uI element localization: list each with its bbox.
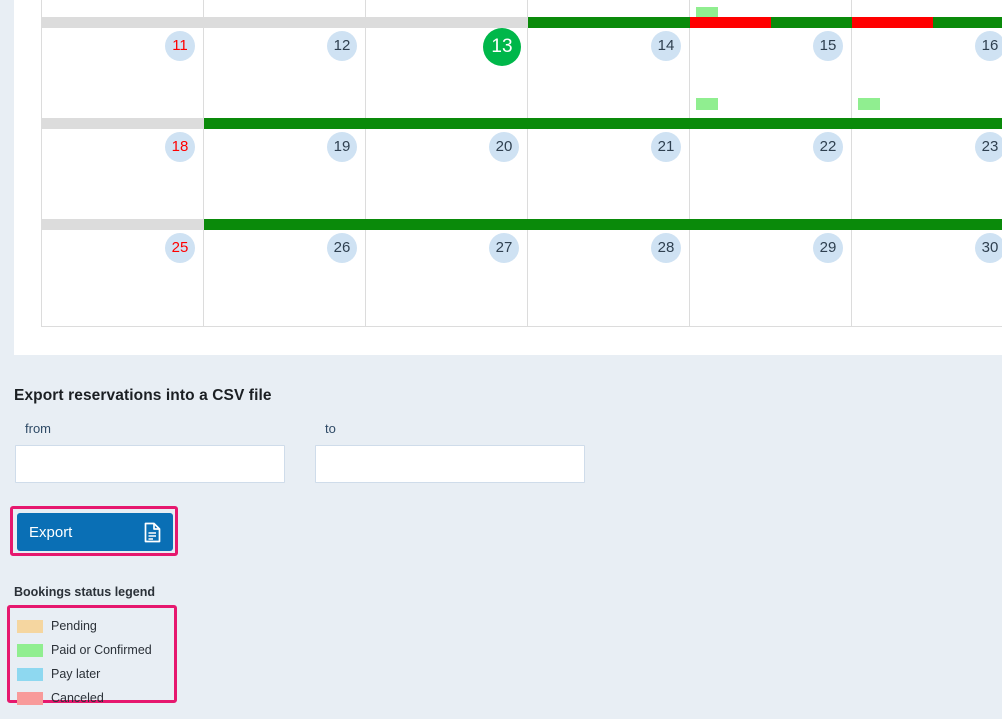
legend-swatch-canceled <box>17 691 43 705</box>
occupancy-segment-green <box>770 17 852 28</box>
calendar-day-cell[interactable]: 13 <box>366 24 528 124</box>
calendar-week-row <box>42 0 1002 28</box>
legend-item-label: Pay later <box>51 667 101 681</box>
occupancy-segment-red <box>851 17 933 28</box>
calendar-day-cell[interactable]: 27 <box>366 226 528 326</box>
occupancy-segment-gray <box>42 118 204 129</box>
calendar-day-cell[interactable]: 19 <box>204 125 366 225</box>
occupancy-segment-gray <box>42 219 204 230</box>
legend-item: Paid or Confirmed <box>17 638 174 662</box>
booking-chip[interactable] <box>696 98 718 110</box>
occupancy-strip <box>42 118 1002 129</box>
occupancy-strip <box>42 17 1002 28</box>
occupancy-segment-green <box>203 219 1002 230</box>
bookings-status-legend: Pending Paid or Confirmed Pay later Cancele… <box>7 605 177 705</box>
calendar-day-number: 16 <box>975 31 1002 61</box>
occupancy-segment-green <box>528 17 690 28</box>
calendar-week-row: 11 12 13 14 15 16 <box>42 24 1002 129</box>
calendar-card: 11 12 13 14 15 16 18 19 20 21 22 23 25 26 27 28 29 30 <box>14 0 1002 355</box>
occupancy-segment-green <box>932 17 1002 28</box>
export-section-title: Export reservations into a CSV file <box>14 387 272 404</box>
calendar-day-cell[interactable]: 20 <box>366 125 528 225</box>
calendar-day-number: 14 <box>651 31 681 61</box>
calendar-day-cell[interactable]: 12 <box>204 24 366 124</box>
calendar-day-number: 26 <box>327 233 357 263</box>
legend-title: Bookings status legend <box>14 585 155 599</box>
calendar-grid: 11 12 13 14 15 16 18 19 20 21 22 23 25 26 27 28 29 30 <box>41 0 1002 327</box>
occupancy-strip <box>42 219 1002 230</box>
calendar-day-number: 27 <box>489 233 519 263</box>
export-panel: Export reservations into a CSV file from… <box>0 355 1002 719</box>
calendar-week-row: 25 26 27 28 29 30 <box>42 226 1002 327</box>
calendar-day-number: 18 <box>165 132 195 162</box>
calendar-day-number: 29 <box>813 233 843 263</box>
calendar-day-number: 15 <box>813 31 843 61</box>
calendar-day-number: 30 <box>975 233 1002 263</box>
legend-item-label: Paid or Confirmed <box>51 643 152 657</box>
calendar-day-number: 20 <box>489 132 519 162</box>
legend-item-label: Pending <box>51 619 97 633</box>
export-from-input[interactable] <box>15 445 285 483</box>
calendar-day-cell[interactable]: 14 <box>528 24 690 124</box>
calendar-day-number: 28 <box>651 233 681 263</box>
calendar-day-cell[interactable]: 30 <box>852 226 1002 326</box>
calendar-day-cell[interactable]: 22 <box>690 125 852 225</box>
calendar-day-cell[interactable]: 21 <box>528 125 690 225</box>
calendar-day-number: 22 <box>813 132 843 162</box>
to-field-label: to <box>325 421 336 436</box>
calendar-day-number: 11 <box>165 31 195 61</box>
export-button-label: Export <box>29 523 73 541</box>
legend-item: Pay later <box>17 662 174 686</box>
calendar-day-cell[interactable]: 25 <box>42 226 204 326</box>
calendar-day-number: 21 <box>651 132 681 162</box>
calendar-day-cell[interactable]: 26 <box>204 226 366 326</box>
export-button-highlight: Export <box>10 506 178 556</box>
occupancy-segment-red <box>689 17 771 28</box>
from-field-label: from <box>25 421 51 436</box>
calendar-day-cell[interactable]: 23 <box>852 125 1002 225</box>
legend-swatch-pay-later <box>17 667 43 681</box>
legend-swatch-pending <box>17 619 43 633</box>
export-to-input[interactable] <box>315 445 585 483</box>
calendar-day-number: 25 <box>165 233 195 263</box>
calendar-day-cell[interactable]: 28 <box>528 226 690 326</box>
calendar-day-cell[interactable]: 11 <box>42 24 204 124</box>
calendar-day-cell[interactable]: 18 <box>42 125 204 225</box>
calendar-day-number: 19 <box>327 132 357 162</box>
legend-item: Pending <box>17 614 174 638</box>
booking-chip[interactable] <box>858 98 880 110</box>
calendar-day-number: 23 <box>975 132 1002 162</box>
occupancy-segment-gray <box>42 17 528 28</box>
legend-swatch-paid-or-confirmed <box>17 643 43 657</box>
legend-item: Canceled <box>17 686 174 710</box>
occupancy-segment-green <box>203 118 1002 129</box>
legend-item-label: Canceled <box>51 691 104 705</box>
calendar-week-row: 18 19 20 21 22 23 <box>42 125 1002 230</box>
calendar-day-cell[interactable]: 29 <box>690 226 852 326</box>
calendar-day-number: 12 <box>327 31 357 61</box>
export-button[interactable]: Export <box>17 513 173 551</box>
csv-file-icon <box>144 522 161 543</box>
calendar-day-number-today: 13 <box>483 28 521 66</box>
